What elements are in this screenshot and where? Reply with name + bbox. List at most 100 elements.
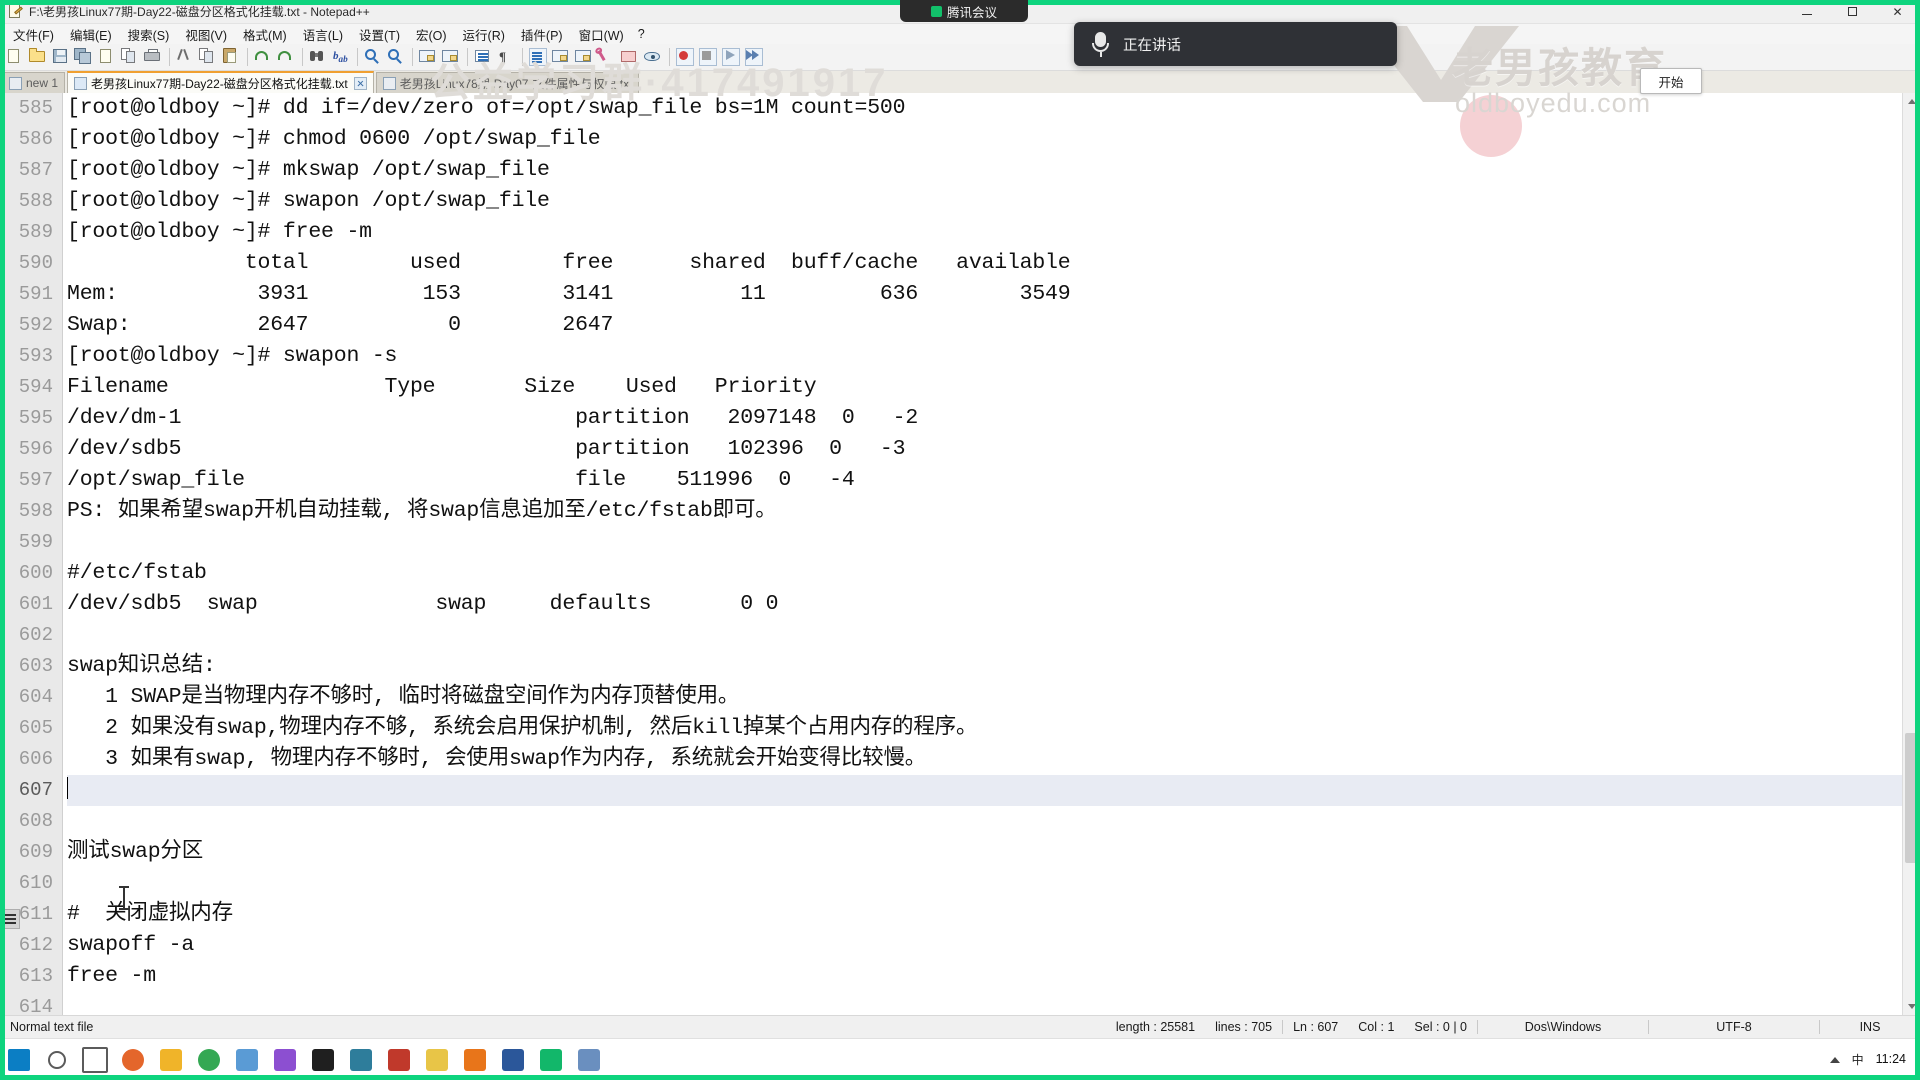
menu-macro[interactable]: 宏(O) xyxy=(408,23,455,46)
code-line[interactable]: [root@oldboy ~]# mkswap /opt/swap_file xyxy=(67,155,1920,186)
code-line[interactable]: Mem: 3931 153 3141 11 636 3549 xyxy=(67,279,1920,310)
maximize-button[interactable] xyxy=(1830,0,1875,23)
function-list-icon[interactable] xyxy=(619,46,641,68)
user-defined-language-icon[interactable] xyxy=(573,46,595,68)
code-line[interactable]: /dev/dm-1 partition 2097148 0 -2 xyxy=(67,403,1920,434)
taskbar-search-icon[interactable] xyxy=(38,1039,76,1080)
code-line[interactable]: 1 SWAP是当物理内存不够时, 临时将磁盘空间作为内存顶替使用。 xyxy=(67,682,1920,713)
code-line[interactable]: # 关闭虚拟内存 xyxy=(67,899,1920,930)
open-folder-icon[interactable] xyxy=(27,46,49,68)
code-line[interactable]: [root@oldboy ~]# free -m xyxy=(67,217,1920,248)
undo-icon[interactable] xyxy=(252,46,274,68)
close-all-icon[interactable] xyxy=(119,46,141,68)
editor-area[interactable]: 585 586 587 588 589 590 591 592 593 594 595 596 597 5… xyxy=(0,93,1920,1015)
vertical-scrollbar[interactable] xyxy=(1902,93,1920,1015)
taskbar-terminal-icon[interactable] xyxy=(304,1039,342,1080)
menu-view[interactable]: 视图(V) xyxy=(177,23,235,46)
taskbar-clock[interactable]: 11:24 xyxy=(1876,1052,1912,1067)
code-line[interactable] xyxy=(67,992,1920,1015)
document-map-toggle[interactable] xyxy=(0,909,20,929)
code-line[interactable]: [root@oldboy ~]# swapon -s xyxy=(67,341,1920,372)
tab-day07[interactable]: 老男孩Linux78期-Day07-文件属性与权限.txt xyxy=(375,72,640,93)
code-line[interactable] xyxy=(67,806,1920,837)
code-line[interactable]: 3 如果有swap, 物理内存不够时, 会使用swap作为内存, 系统就会开始变… xyxy=(67,744,1920,775)
menu-window[interactable]: 窗口(W) xyxy=(571,23,632,46)
taskbar-notepadpp-icon[interactable] xyxy=(456,1039,494,1080)
sync-vertical-icon[interactable] xyxy=(417,46,439,68)
tray-ime-icon[interactable]: 中 xyxy=(1852,1051,1864,1068)
monitoring-icon[interactable] xyxy=(642,46,664,68)
menu-plugins[interactable]: 插件(P) xyxy=(513,23,571,46)
menu-edit[interactable]: 编辑(E) xyxy=(62,23,120,46)
save-icon[interactable] xyxy=(50,46,72,68)
code-line[interactable]: #/etc/fstab xyxy=(67,558,1920,589)
taskbar-chrome-icon[interactable] xyxy=(190,1039,228,1080)
taskbar-app-icon[interactable] xyxy=(228,1039,266,1080)
code-line[interactable]: 测试swap分区 xyxy=(67,837,1920,868)
code-line[interactable] xyxy=(67,620,1920,651)
code-line[interactable]: /opt/swap_file file 511996 0 -4 xyxy=(67,465,1920,496)
code-line[interactable]: /dev/sdb5 swap swap defaults 0 0 xyxy=(67,589,1920,620)
minimize-button[interactable] xyxy=(1785,0,1830,23)
show-all-chars-icon[interactable]: ¶ xyxy=(495,46,517,68)
new-file-icon[interactable] xyxy=(4,46,26,68)
menu-help[interactable]: ? xyxy=(632,25,651,43)
code-line[interactable]: /dev/sdb5 partition 102396 0 -3 xyxy=(67,434,1920,465)
taskbar-word-icon[interactable] xyxy=(494,1039,532,1080)
doc-map-icon[interactable] xyxy=(596,46,618,68)
code-line[interactable] xyxy=(67,868,1920,899)
redo-icon[interactable] xyxy=(275,46,297,68)
taskbar-meeting-icon[interactable] xyxy=(532,1039,570,1080)
taskbar-calc-icon[interactable] xyxy=(342,1039,380,1080)
code-line[interactable]: [root@oldboy ~]# dd if=/dev/zero of=/opt… xyxy=(67,93,1920,124)
tab-close-icon[interactable] xyxy=(353,76,367,90)
code-line[interactable]: Swap: 2647 0 2647 xyxy=(67,310,1920,341)
close-button[interactable]: ✕ xyxy=(1875,0,1920,23)
run-macro-multiple-icon[interactable] xyxy=(743,46,765,68)
code-line[interactable]: Filename Type Size Used Priority xyxy=(67,372,1920,403)
taskbar-explorer-icon[interactable] xyxy=(152,1039,190,1080)
close-file-icon[interactable] xyxy=(96,46,118,68)
taskbar-browser2-icon[interactable] xyxy=(570,1039,608,1080)
code-line[interactable]: free -m xyxy=(67,961,1920,992)
record-macro-icon[interactable] xyxy=(674,46,696,68)
print-icon[interactable] xyxy=(142,46,164,68)
zoom-in-icon[interactable] xyxy=(362,46,384,68)
code-line[interactable]: PS: 如果希望swap开机自动挂载, 将swap信息追加至/etc/fstab… xyxy=(67,496,1920,527)
tab-day22[interactable]: 老男孩Linux77期-Day22-磁盘分区格式化挂载.txt xyxy=(67,71,374,93)
code-line[interactable]: [root@oldboy ~]# chmod 0600 /opt/swap_fi… xyxy=(67,124,1920,155)
taskbar-start-windows[interactable] xyxy=(0,1039,38,1080)
code-line[interactable] xyxy=(67,775,1920,806)
scrollbar-thumb[interactable] xyxy=(1905,733,1918,863)
code-line[interactable]: 2 如果没有swap,物理内存不够, 系统会启用保护机制, 然后kill掉某个占… xyxy=(67,713,1920,744)
word-wrap-icon[interactable] xyxy=(472,46,494,68)
code-line[interactable]: swapoff -a xyxy=(67,930,1920,961)
status-insert-mode[interactable]: INS xyxy=(1820,1020,1920,1034)
copy-icon[interactable] xyxy=(197,46,219,68)
tencent-meeting-pill[interactable]: 腾讯会议 xyxy=(900,0,1028,22)
start-button-overlay[interactable]: 开始 xyxy=(1640,68,1702,94)
code-line[interactable]: [root@oldboy ~]# swapon /opt/swap_file xyxy=(67,186,1920,217)
code-line[interactable] xyxy=(67,527,1920,558)
paste-icon[interactable] xyxy=(220,46,242,68)
code-line[interactable]: swap知识总结: xyxy=(67,651,1920,682)
menu-format[interactable]: 格式(M) xyxy=(235,23,295,46)
ui-tab-icon[interactable] xyxy=(550,46,572,68)
find-icon[interactable] xyxy=(307,46,329,68)
show-hidden-icons-chevron-icon[interactable] xyxy=(1829,1056,1840,1063)
menu-language[interactable]: 语言(L) xyxy=(295,23,351,46)
scroll-up-arrow[interactable] xyxy=(1903,93,1920,110)
stop-macro-icon[interactable] xyxy=(697,46,719,68)
text-content[interactable]: [root@oldboy ~]# dd if=/dev/zero of=/opt… xyxy=(63,93,1920,1015)
sync-horizontal-icon[interactable] xyxy=(440,46,462,68)
menu-file[interactable]: 文件(F) xyxy=(5,23,62,46)
play-macro-icon[interactable] xyxy=(720,46,742,68)
speaking-indicator-bar[interactable]: 正在讲话 xyxy=(1074,22,1397,66)
code-line[interactable]: total used free shared buff/cache availa… xyxy=(67,248,1920,279)
taskbar-media-icon[interactable] xyxy=(266,1039,304,1080)
menu-settings[interactable]: 设置(T) xyxy=(351,23,408,46)
taskbar-taskview-icon[interactable] xyxy=(76,1039,114,1080)
menu-run[interactable]: 运行(R) xyxy=(455,23,513,46)
taskbar-firefox-icon[interactable] xyxy=(114,1039,152,1080)
tab-new-1[interactable]: new 1 xyxy=(2,72,66,93)
